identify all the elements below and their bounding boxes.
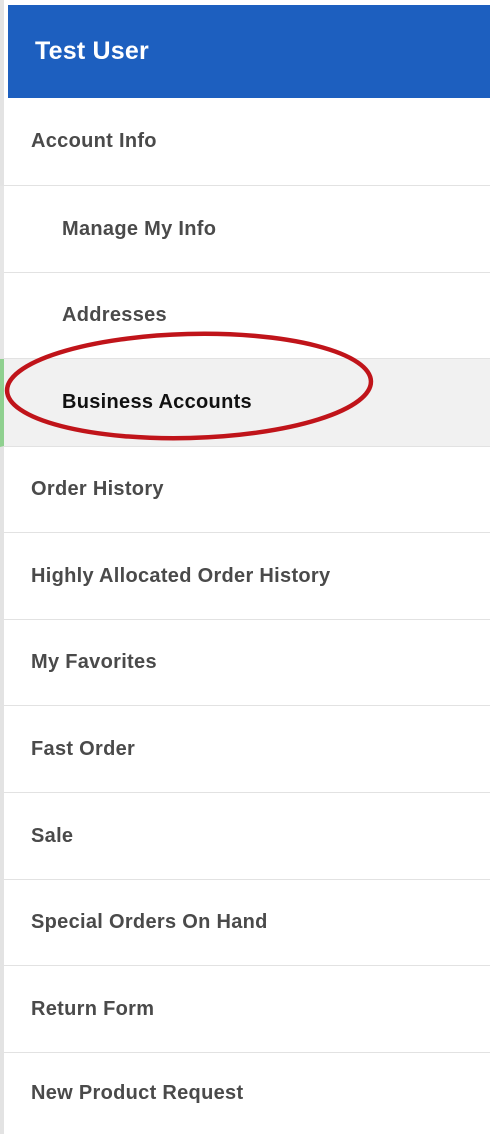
- menu-item-order-history[interactable]: Order History: [4, 447, 490, 533]
- account-sidebar-menu: Test User Account Info Manage My Info Ad…: [0, 0, 490, 1134]
- menu-item-label: My Favorites: [31, 651, 157, 673]
- menu-item-highly-allocated-order-history[interactable]: Highly Allocated Order History: [4, 533, 490, 620]
- menu-item-new-product-request[interactable]: New Product Request: [4, 1053, 490, 1134]
- user-name: Test User: [35, 37, 149, 65]
- menu-item-label: Account Info: [31, 130, 157, 152]
- menu-item-label: Return Form: [31, 997, 155, 1020]
- menu-item-account-info[interactable]: Account Info: [4, 98, 490, 186]
- menu-item-label: Order History: [31, 478, 164, 500]
- menu-item-special-orders-on-hand[interactable]: Special Orders On Hand: [4, 880, 490, 966]
- menu-item-my-favorites[interactable]: My Favorites: [4, 620, 490, 706]
- menu-item-fast-order[interactable]: Fast Order: [4, 706, 490, 793]
- menu-item-label: New Product Request: [31, 1082, 244, 1104]
- menu-item-return-form[interactable]: Return Form: [4, 966, 490, 1053]
- menu-item-label: Addresses: [62, 304, 167, 326]
- user-header: Test User: [8, 5, 490, 98]
- menu-item-sale[interactable]: Sale: [4, 793, 490, 880]
- menu-item-label: Fast Order: [31, 737, 136, 760]
- menu-item-label: Manage My Info: [62, 217, 217, 240]
- menu-item-manage-my-info[interactable]: Manage My Info: [4, 186, 490, 273]
- menu-item-label: Highly Allocated Order History: [31, 564, 331, 587]
- menu-item-business-accounts[interactable]: Business Accounts: [0, 359, 490, 447]
- menu-item-addresses[interactable]: Addresses: [4, 273, 490, 359]
- menu-item-label: Special Orders On Hand: [31, 911, 268, 933]
- menu-item-label: Sale: [31, 824, 74, 847]
- menu-item-label: Business Accounts: [62, 391, 252, 413]
